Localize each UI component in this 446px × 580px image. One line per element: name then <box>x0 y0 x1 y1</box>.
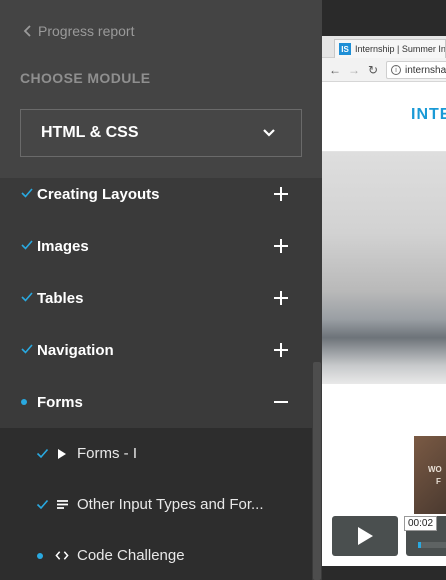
sidebar-scrollbar[interactable] <box>313 362 321 580</box>
lesson-item-forms-1[interactable]: Forms - I <box>0 428 312 479</box>
lesson-list: Forms - I Other Input Types and For... C… <box>0 428 312 580</box>
time-tooltip: 00:02 <box>404 516 438 531</box>
book-thumbnail: WO F <box>414 436 446 514</box>
browser-tab-title: Internship | Summer Inte <box>355 44 446 54</box>
plus-icon[interactable] <box>272 289 290 307</box>
module-list: Creating Layouts Images Tables Navigatio… <box>0 168 312 428</box>
module-item-creating-layouts[interactable]: Creating Layouts <box>0 168 312 220</box>
module-item-tables[interactable]: Tables <box>0 272 312 324</box>
arrow-right-icon: → <box>348 63 360 77</box>
module-item-forms[interactable]: Forms <box>0 376 312 428</box>
chevron-left-icon <box>20 22 34 40</box>
module-item-navigation[interactable]: Navigation <box>0 324 312 376</box>
choose-module-heading: CHOOSE MODULE <box>20 70 151 86</box>
minus-icon[interactable] <box>272 393 290 411</box>
site-logo: INTE <box>411 106 446 123</box>
sidebar-header: Progress report CHOOSE MODULE HTML & CSS <box>0 0 322 178</box>
module-item-images[interactable]: Images <box>0 220 312 272</box>
back-link-label: Progress report <box>38 23 135 39</box>
progress-report-link[interactable]: Progress report <box>20 22 134 40</box>
plus-icon[interactable] <box>272 237 290 255</box>
module-label: Forms <box>37 393 83 411</box>
check-icon <box>20 186 34 200</box>
arrow-left-icon: ← <box>329 63 341 77</box>
current-dot-icon <box>37 553 43 559</box>
play-triangle-icon <box>55 446 69 461</box>
module-label: Tables <box>37 289 84 307</box>
lesson-item-other-input-types[interactable]: Other Input Types and For... <box>0 479 312 530</box>
check-icon <box>20 290 34 304</box>
progress-fill <box>418 542 421 548</box>
module-select[interactable]: HTML & CSS <box>20 109 302 157</box>
current-dot-icon <box>21 399 27 405</box>
plus-icon[interactable] <box>272 185 290 203</box>
progress-rail[interactable] <box>418 542 446 548</box>
favicon-icon: IS <box>339 43 351 55</box>
lesson-item-code-challenge[interactable]: Code Challenge <box>0 530 312 580</box>
thumbnail-text: F <box>436 477 441 486</box>
module-label: Creating Layouts <box>37 185 160 203</box>
chevron-down-icon <box>261 125 277 141</box>
check-icon <box>36 447 49 460</box>
plus-icon[interactable] <box>272 341 290 359</box>
site-header: INTE <box>322 82 446 152</box>
check-icon <box>20 238 34 252</box>
browser-tab: IS Internship | Summer Inte <box>334 39 446 58</box>
info-icon: i <box>391 65 401 75</box>
reload-icon: ↻ <box>367 63 379 77</box>
module-select-value: HTML & CSS <box>41 124 139 141</box>
browser-url-field: i internsha <box>386 61 446 79</box>
code-brackets-icon <box>55 548 69 563</box>
hero-image <box>322 152 446 384</box>
thumbnail-text: WO <box>428 465 442 474</box>
browser-address-bar: ← → ↻ i internsha <box>322 58 446 82</box>
module-label: Images <box>37 237 89 255</box>
check-icon <box>20 342 34 356</box>
lesson-label: Forms - I <box>77 445 137 462</box>
browser-tab-strip: IS Internship | Summer Inte <box>322 36 446 58</box>
video-player[interactable]: IS Internship | Summer Inte ← → ↻ i inte… <box>322 0 446 580</box>
play-button[interactable] <box>332 516 398 556</box>
text-lines-icon <box>55 497 69 512</box>
video-controls: 00:02 <box>322 510 446 560</box>
lesson-label: Other Input Types and For... <box>77 496 264 513</box>
check-icon <box>36 498 49 511</box>
browser-url-text: internsha <box>405 64 446 76</box>
module-sidebar: Progress report CHOOSE MODULE HTML & CSS… <box>0 0 322 580</box>
lesson-label: Code Challenge <box>77 547 185 564</box>
play-icon <box>358 527 373 545</box>
module-label: Navigation <box>37 341 114 359</box>
